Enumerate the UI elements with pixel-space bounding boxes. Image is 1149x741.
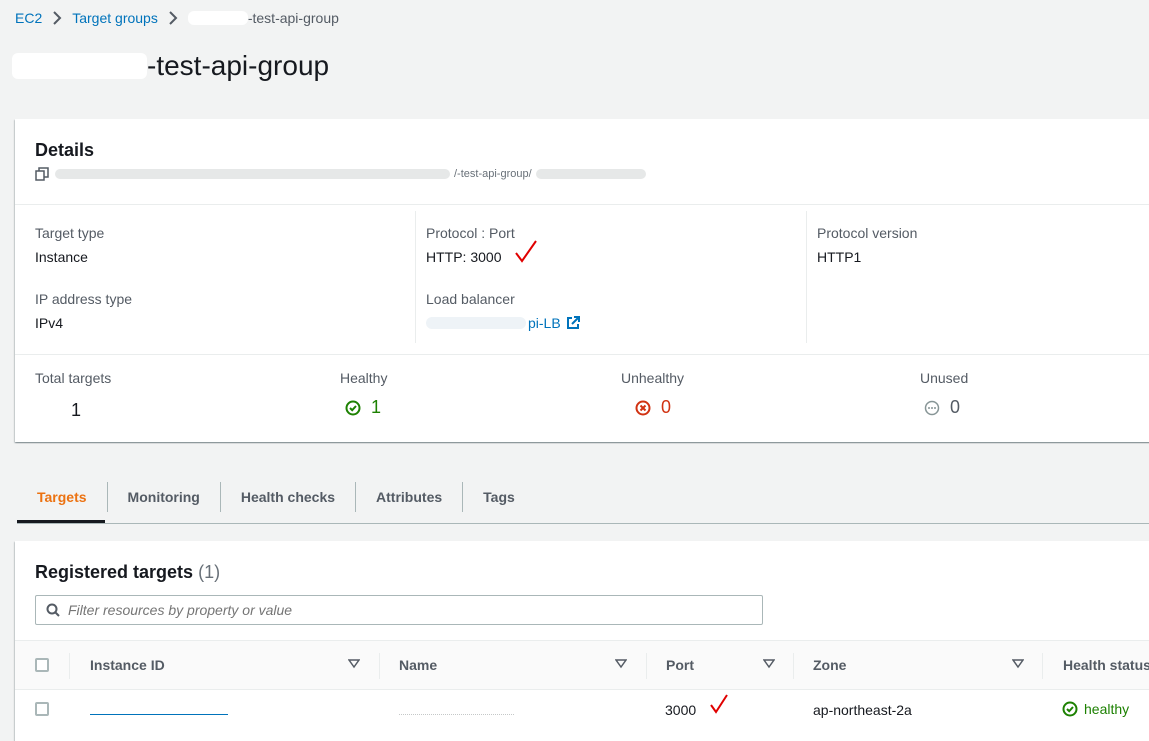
column-divider (415, 211, 416, 343)
external-link-icon[interactable] (566, 316, 580, 330)
column-separator (1042, 653, 1043, 679)
load-balancer-link[interactable]: pi-LB (528, 315, 561, 331)
sort-icon[interactable] (615, 659, 627, 669)
instance-id-link[interactable] (90, 702, 228, 718)
column-separator (379, 653, 380, 679)
search-icon (46, 603, 60, 617)
unused-label: Unused (920, 370, 969, 386)
registered-targets-title: Registered targets (1) (35, 562, 220, 583)
breadcrumb-target-groups[interactable]: Target groups (72, 10, 158, 26)
protocol-version-label: Protocol version (817, 225, 918, 241)
unhealthy-label: Unhealthy (621, 370, 685, 386)
check-circle-icon (345, 400, 361, 415)
row-checkbox[interactable] (35, 702, 49, 716)
total-targets-label: Total targets (35, 370, 112, 386)
copy-icon[interactable] (35, 167, 49, 181)
target-type-label: Target type (35, 225, 105, 241)
health-status-text: healthy (1084, 701, 1130, 717)
tab-tags[interactable]: Tags (463, 482, 535, 512)
row-health-status: healthy (1062, 701, 1129, 717)
protocol-port-label: Protocol : Port (426, 225, 515, 241)
redaction (535, 169, 646, 179)
redaction (426, 317, 526, 329)
healthy-stat: 1 (345, 397, 381, 418)
redaction (399, 703, 514, 715)
sort-icon[interactable] (1012, 659, 1024, 669)
breadcrumb-current: -test-api-group (247, 10, 339, 26)
unhealthy-stat: 0 (635, 397, 671, 418)
x-circle-icon (635, 400, 651, 415)
column-health-status[interactable]: Health status (1063, 641, 1149, 689)
details-header: Details /-test-api-group/ (15, 119, 1149, 205)
ellipsis-circle-icon (924, 400, 940, 415)
sort-icon[interactable] (763, 659, 775, 669)
column-separator (793, 653, 794, 679)
redaction (12, 53, 147, 79)
tab-bar: Targets Monitoring Health checks Attribu… (17, 470, 1149, 524)
row-port: 3000 (665, 702, 697, 718)
details-panel: Details /-test-api-group/ Target type In… (15, 119, 1149, 442)
chevron-right-icon (168, 11, 178, 25)
check-circle-icon (1062, 701, 1078, 717)
column-separator (646, 653, 647, 679)
table-header: Instance ID Name Port Zone Health status (15, 640, 1149, 690)
redaction (55, 169, 450, 179)
tab-targets[interactable]: Targets (17, 481, 108, 512)
unused-stat: 0 (924, 397, 960, 418)
load-balancer-value: pi-LB (426, 315, 580, 331)
arn-text: /-test-api-group/ (454, 168, 532, 180)
total-targets-value: 1 (71, 400, 82, 420)
tab-health-checks[interactable]: Health checks (221, 481, 357, 512)
registered-targets-count: (1) (198, 562, 221, 582)
column-name[interactable]: Name (399, 641, 437, 689)
details-title: Details (35, 140, 95, 160)
healthy-label: Healthy (340, 370, 388, 386)
page-title: -test-api-group (12, 50, 329, 82)
tab-monitoring[interactable]: Monitoring (108, 481, 221, 512)
unhealthy-value: 0 (661, 397, 672, 417)
breadcrumb-ec2[interactable]: EC2 (15, 10, 42, 26)
row-zone: ap-northeast-2a (813, 702, 912, 718)
column-instance-id[interactable]: Instance ID (90, 641, 165, 689)
select-all-checkbox[interactable] (35, 658, 49, 672)
ip-type-label: IP address type (35, 291, 133, 307)
registered-targets-heading: Registered targets (35, 562, 194, 582)
ip-type-value: IPv4 (35, 315, 64, 331)
column-port[interactable]: Port (666, 641, 694, 689)
page-title-text: -test-api-group (147, 50, 330, 81)
registered-targets-panel: Registered targets (1) Instance ID Name … (15, 541, 1149, 741)
tab-attributes[interactable]: Attributes (356, 481, 464, 512)
load-balancer-label: Load balancer (426, 291, 515, 307)
stats-divider (15, 354, 1149, 355)
active-tab-indicator (17, 520, 105, 523)
sort-icon[interactable] (348, 659, 360, 669)
protocol-version-value: HTTP1 (817, 249, 862, 265)
filter-field[interactable] (35, 595, 763, 625)
red-checkmark-annotation (710, 694, 728, 714)
healthy-value: 1 (371, 397, 382, 417)
filter-input[interactable] (68, 602, 748, 618)
red-checkmark-annotation (515, 240, 537, 263)
target-type-value: Instance (35, 249, 88, 265)
instance-name (399, 702, 514, 718)
column-zone[interactable]: Zone (813, 641, 846, 689)
chevron-right-icon (52, 11, 62, 25)
column-separator (69, 653, 70, 679)
protocol-port-value: HTTP: 3000 (426, 249, 502, 265)
redaction (90, 703, 228, 715)
breadcrumb: EC2 Target groups -test-api-group (15, 10, 339, 26)
unused-value: 0 (950, 397, 961, 417)
column-divider (806, 211, 807, 343)
arn-row: /-test-api-group/ (35, 167, 646, 181)
redaction (187, 11, 248, 25)
